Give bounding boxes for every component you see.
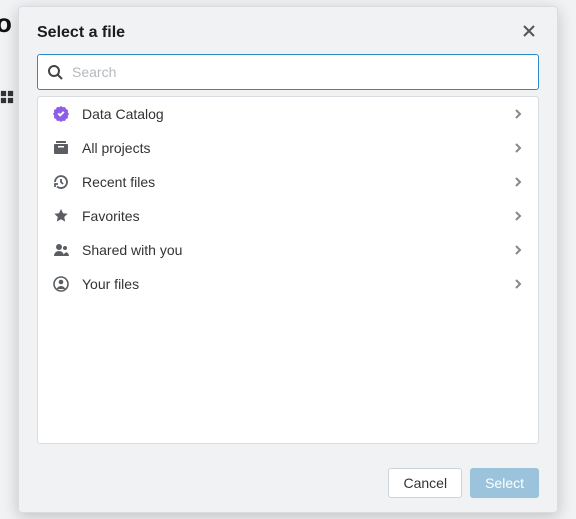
projects-icon	[52, 140, 70, 156]
list-item-label: Recent files	[82, 174, 512, 190]
background-grid-icon	[0, 90, 14, 109]
cancel-button[interactable]: Cancel	[388, 468, 462, 498]
chevron-right-icon	[512, 108, 524, 120]
file-picker-modal: Select a file Data Catalog	[18, 6, 558, 513]
list-item-your-files[interactable]: Your files	[38, 267, 538, 301]
list-item-label: Data Catalog	[82, 106, 512, 122]
list-item-label: Your files	[82, 276, 512, 292]
search-input[interactable]	[37, 54, 539, 90]
history-icon	[52, 174, 70, 190]
chevron-right-icon	[512, 210, 524, 222]
modal-header: Select a file	[19, 7, 557, 54]
background-text: o	[0, 8, 12, 39]
chevron-right-icon	[512, 244, 524, 256]
chevron-right-icon	[512, 142, 524, 154]
list-item-favorites[interactable]: Favorites	[38, 199, 538, 233]
badge-check-icon	[52, 106, 70, 122]
chevron-right-icon	[512, 176, 524, 188]
list-item-shared-with-you[interactable]: Shared with you	[38, 233, 538, 267]
modal-body: Data Catalog All projects Recent files	[19, 54, 557, 456]
file-list: Data Catalog All projects Recent files	[37, 96, 539, 444]
search-wrap	[37, 54, 539, 90]
star-icon	[52, 208, 70, 224]
close-icon	[521, 23, 537, 42]
list-item-label: Favorites	[82, 208, 512, 224]
modal-title: Select a file	[37, 24, 125, 42]
select-button[interactable]: Select	[470, 468, 539, 498]
list-item-label: Shared with you	[82, 242, 512, 258]
list-item-recent-files[interactable]: Recent files	[38, 165, 538, 199]
people-icon	[52, 242, 70, 258]
modal-footer: Cancel Select	[19, 456, 557, 512]
close-button[interactable]	[519, 21, 539, 44]
list-item-label: All projects	[82, 140, 512, 156]
user-circle-icon	[52, 276, 70, 292]
chevron-right-icon	[512, 278, 524, 290]
list-item-all-projects[interactable]: All projects	[38, 131, 538, 165]
list-item-data-catalog[interactable]: Data Catalog	[38, 97, 538, 131]
